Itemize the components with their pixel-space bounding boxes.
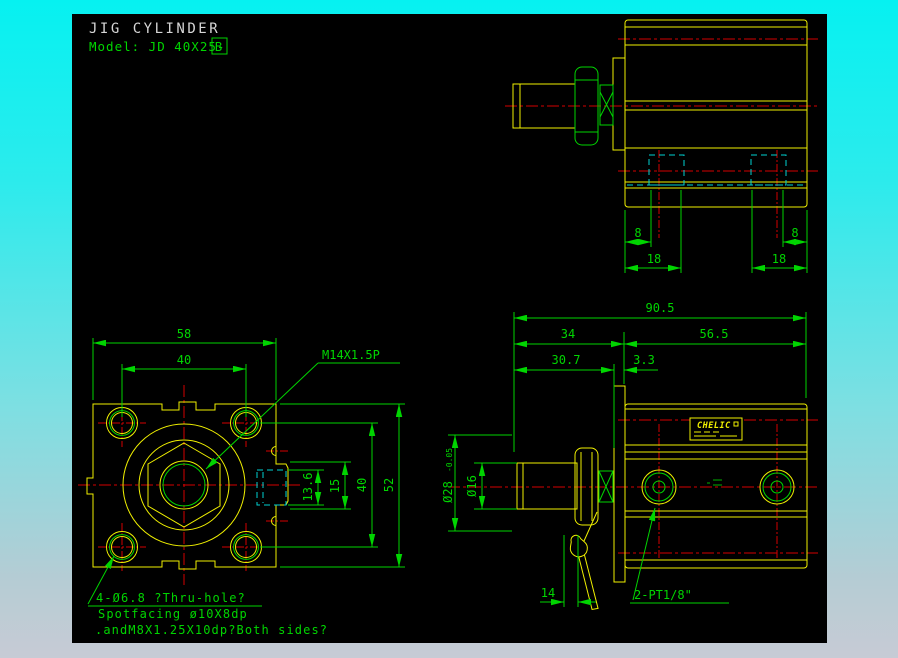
dim-dia-28-tolerance: -0.05 <box>445 448 454 472</box>
dim-15: 15 <box>328 479 342 493</box>
dim-40-top: 40 <box>177 353 191 367</box>
dim-3-3: 3.3 <box>633 353 655 367</box>
dim-40-right: 40 <box>355 478 369 492</box>
thread-callout: M14X1.5P <box>322 348 380 362</box>
note-thru-hole: 4-Ø6.8 ?Thru-hole? <box>96 591 246 605</box>
dim-34: 34 <box>561 327 575 341</box>
dim-56-5: 56.5 <box>700 327 729 341</box>
model-number: Model: JD 40X25- <box>89 39 225 54</box>
note-tap: .andM8X1.25X10dp?Both sides? <box>95 623 328 637</box>
dim-8-right: 8 <box>791 226 798 240</box>
dim-dia-16: Ø16 <box>465 475 479 497</box>
dim-8-left: 8 <box>634 226 641 240</box>
dim-dia-28: Ø28 <box>441 481 455 503</box>
port-callout: 2-PT1/8" <box>634 588 692 602</box>
model-rev: B <box>215 39 224 54</box>
dim-13-6: 13.6 <box>301 473 315 502</box>
dim-90-5: 90.5 <box>646 301 675 315</box>
dim-14: 14 <box>541 586 555 600</box>
dim-18-left: 18 <box>647 252 661 266</box>
brand-text: CHELIC <box>697 421 731 431</box>
dim-52: 52 <box>382 478 396 492</box>
nameplate: CHELIC <box>689 417 743 441</box>
dim-30-7: 30.7 <box>552 353 581 367</box>
cad-drawing-svg: JIG CYLINDER Model: JD 40X25- B 8 18 8 1… <box>72 14 827 643</box>
dim-18-right: 18 <box>772 252 786 266</box>
page-title: JIG CYLINDER <box>89 21 220 37</box>
dim-58: 58 <box>177 327 191 341</box>
note-spotfacing: Spotfacing ø10X8dp <box>98 607 248 621</box>
